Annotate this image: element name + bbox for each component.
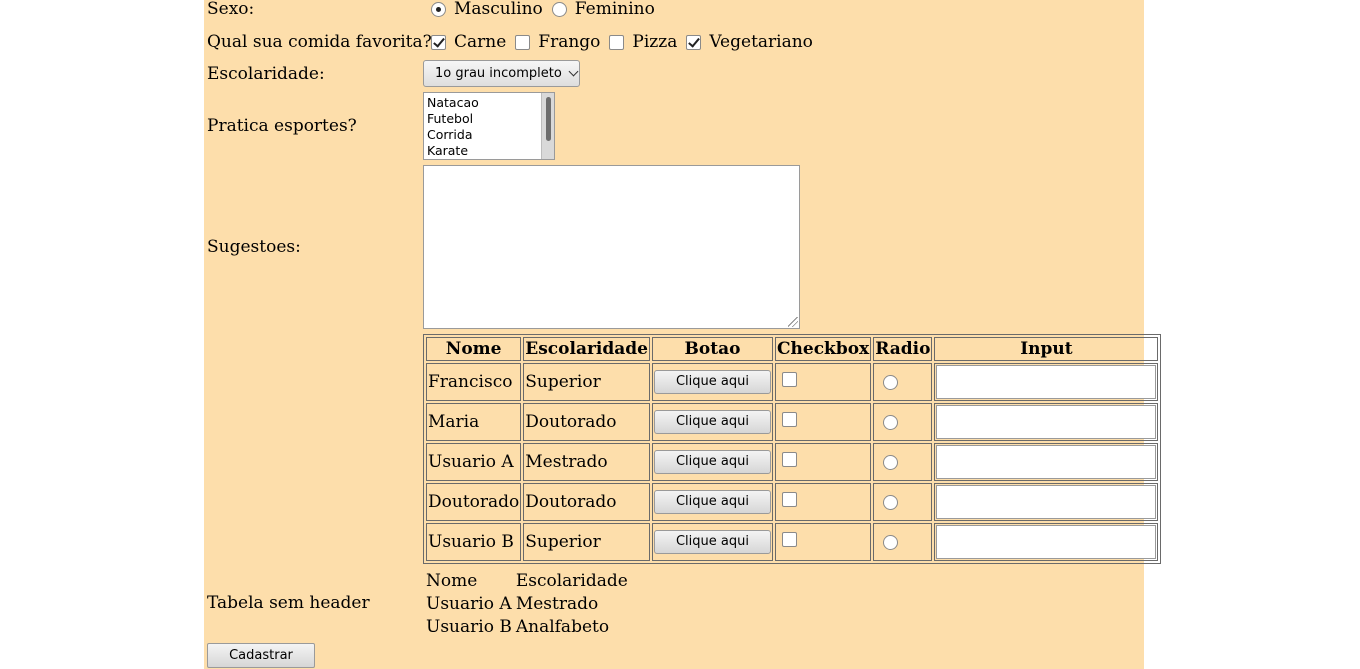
clique-aqui-button[interactable]: Clique aqui — [653, 370, 771, 394]
sexo-option-label: Feminino — [574, 0, 655, 19]
table-row: Usuario A Mestrado — [425, 593, 629, 616]
tabela-sem-header-label: Tabela sem header — [207, 593, 370, 613]
headerless-table: Nome Escolaridade Usuario A Mestrado Usu… — [423, 570, 631, 639]
esportes-label: Pratica esportes? — [207, 116, 357, 136]
row-radio[interactable] — [883, 535, 899, 550]
sexo-radio-group: Masculino Feminino — [423, 0, 664, 19]
esportes-option[interactable]: Karate — [427, 143, 479, 159]
table-cell: Usuario B — [426, 617, 512, 637]
table-row: Doutorado Doutorado Clique aqui — [426, 483, 1159, 521]
chevron-down-icon — [568, 66, 579, 77]
esportes-option[interactable]: Natacao — [427, 95, 479, 111]
sexo-option-label: Masculino — [454, 0, 543, 19]
comida-label: Qual sua comida favorita? — [207, 32, 432, 52]
comida-checkbox-carne[interactable] — [431, 34, 446, 50]
table-cell: Analfabeto — [515, 617, 610, 637]
sexo-label: Sexo: — [207, 0, 255, 19]
sugestoes-textarea[interactable] — [423, 165, 800, 329]
table-cell-escolaridade: Doutorado — [523, 483, 650, 521]
table-header-input: Input — [934, 337, 1159, 361]
row-text-input[interactable] — [936, 445, 1157, 479]
table-row: Usuario A Mestrado Clique aqui — [426, 443, 1159, 481]
clique-aqui-button[interactable]: Clique aqui — [653, 450, 771, 474]
escolaridade-selected-value: 1o grau incompleto — [435, 66, 562, 81]
clique-aqui-button[interactable]: Clique aqui — [653, 490, 771, 514]
row-text-input[interactable] — [936, 405, 1157, 439]
table-header-radio: Radio — [873, 337, 933, 361]
table-cell-nome: Doutorado — [426, 483, 522, 521]
table-cell-nome: Usuario A — [426, 443, 522, 481]
table-cell: Nome — [426, 571, 478, 591]
table-header-nome: Nome — [426, 337, 522, 361]
table-cell-nome: Maria — [426, 403, 522, 441]
comida-option-label: Vegetariano — [709, 32, 813, 52]
escolaridade-label: Escolaridade: — [207, 64, 325, 84]
form-panel: Sexo: Masculino Feminino Qual sua comida… — [204, 0, 1162, 669]
row-text-input[interactable] — [936, 525, 1157, 559]
table-cell: Usuario A — [426, 594, 512, 614]
table-header-checkbox: Checkbox — [774, 337, 872, 361]
table-row: Francisco Superior Clique aqui — [426, 363, 1159, 401]
comida-option-label: Frango — [538, 32, 601, 52]
table-cell: Escolaridade — [515, 571, 628, 591]
esportes-option[interactable]: Corrida — [427, 127, 479, 143]
row-radio[interactable] — [883, 495, 899, 510]
esportes-option[interactable]: Futebol — [427, 111, 479, 127]
table-header-botao: Botao — [651, 337, 773, 361]
row-text-input[interactable] — [936, 365, 1157, 399]
comida-checkbox-vegetariano[interactable] — [686, 34, 702, 50]
clique-aqui-button[interactable]: Clique aqui — [653, 410, 771, 434]
table-cell-escolaridade: Mestrado — [523, 443, 650, 481]
table-row: Usuario B Analfabeto — [425, 616, 629, 639]
sexo-radio-feminino[interactable] — [551, 1, 567, 17]
sexo-radio-masculino[interactable] — [431, 1, 446, 17]
clique-aqui-button[interactable]: Clique aqui — [653, 530, 771, 554]
escolaridade-select[interactable]: 1o grau incompleto — [423, 60, 580, 87]
table-cell-escolaridade: Superior — [523, 363, 650, 401]
row-checkbox[interactable] — [781, 372, 797, 387]
comida-checkbox-frango[interactable] — [515, 34, 531, 50]
row-checkbox[interactable] — [781, 492, 797, 507]
esportes-listbox[interactable]: Natacao Futebol Corrida Karate — [423, 92, 555, 160]
resize-grip-icon[interactable] — [788, 317, 798, 327]
table-cell-nome: Francisco — [426, 363, 522, 401]
listbox-scrollbar-thumb[interactable] — [546, 97, 551, 141]
table-cell: Mestrado — [515, 594, 599, 614]
table-row: Maria Doutorado Clique aqui — [426, 403, 1159, 441]
table-cell-escolaridade: Superior — [523, 523, 650, 561]
row-checkbox[interactable] — [781, 412, 797, 427]
comida-option-label: Pizza — [632, 32, 678, 52]
sugestoes-label: Sugestoes: — [207, 237, 301, 257]
row-radio[interactable] — [883, 375, 899, 390]
row-checkbox[interactable] — [781, 532, 797, 547]
comida-option-label: Carne — [454, 32, 507, 52]
table-cell-escolaridade: Doutorado — [523, 403, 650, 441]
row-radio[interactable] — [883, 415, 899, 430]
table-row: Nome Escolaridade — [425, 570, 629, 593]
row-text-input[interactable] — [936, 485, 1157, 519]
cadastrar-button[interactable]: Cadastrar — [207, 643, 315, 668]
table-row: Usuario B Superior Clique aqui — [426, 523, 1159, 561]
table-header-escolaridade: Escolaridade — [523, 337, 650, 361]
comida-checkbox-pizza[interactable] — [609, 34, 625, 50]
users-table: Nome Escolaridade Botao Checkbox Radio I… — [423, 334, 1162, 564]
row-checkbox[interactable] — [781, 452, 797, 467]
row-radio[interactable] — [883, 455, 899, 470]
table-cell-nome: Usuario B — [426, 523, 522, 561]
listbox-scrollbar[interactable] — [541, 93, 554, 159]
comida-checkbox-group: Carne Frango Pizza Vegetariano — [423, 32, 822, 52]
